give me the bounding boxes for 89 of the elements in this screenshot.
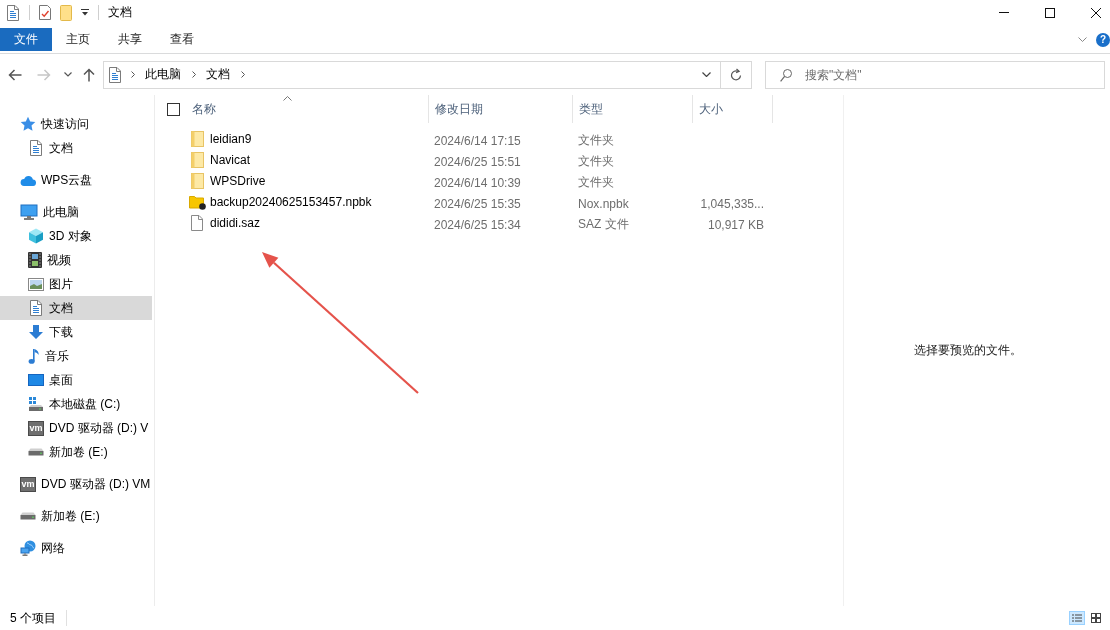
file-type: Nox.npbk [578, 196, 629, 211]
modified-date: 2024/6/25 15:34 [434, 217, 521, 232]
ribbon-tab[interactable]: 文件 [0, 28, 52, 51]
monitor-icon [20, 204, 38, 220]
document-icon [108, 66, 122, 83]
refresh-icon[interactable] [730, 68, 742, 81]
caret-down-icon[interactable] [81, 9, 89, 16]
document-icon[interactable] [6, 4, 20, 21]
file-name[interactable]: leidian9 [189, 131, 252, 147]
help-button[interactable]: ? [1096, 32, 1110, 47]
file-type: 文件夹 [578, 175, 614, 189]
sidebar-item[interactable]: 桌面 [0, 368, 152, 392]
modified-date: 2024/6/25 15:51 [434, 154, 521, 169]
drive-icon [28, 448, 44, 456]
large-icons-view-icon[interactable] [1088, 611, 1104, 625]
sidebar-item[interactable]: 文档 [0, 296, 152, 320]
desktop-icon [28, 374, 44, 386]
column-header[interactable]: 类型 [573, 95, 692, 123]
select-all-checkbox[interactable] [167, 102, 180, 116]
folder-icon [190, 173, 204, 189]
sidebar-item[interactable]: 音乐 [0, 344, 152, 368]
sidebar-item[interactable]: 下载 [0, 320, 152, 344]
ribbon-tab[interactable]: 主页 [52, 28, 104, 51]
vm-logo: vm [28, 420, 44, 436]
breadcrumb[interactable]: 此电脑 [140, 63, 186, 86]
sidebar-item[interactable]: 网络 [0, 536, 152, 560]
file-type: 文件夹 [578, 154, 614, 168]
left-arrow-icon[interactable] [8, 68, 22, 81]
chevron-right-icon[interactable] [241, 71, 245, 78]
sidebar-item[interactable]: 文档 [0, 136, 152, 160]
system-drive-icon [28, 396, 44, 412]
item-count: 5 个项目 [9, 609, 56, 627]
breadcrumb[interactable]: 文档 [201, 63, 235, 86]
up-arrow-icon[interactable] [83, 67, 95, 82]
folder-icon [190, 152, 204, 168]
sidebar-item[interactable]: 新加卷 (E:) [0, 440, 152, 464]
cube-icon [28, 228, 44, 244]
column-header[interactable]: 修改日期 [429, 95, 572, 123]
sidebar-item[interactable]: 视频 [0, 248, 152, 272]
sidebar-item[interactable]: 图片 [0, 272, 152, 296]
sidebar-item[interactable]: vm DVD 驱动器 (D:) V [0, 416, 152, 440]
sort-ascending-icon [283, 96, 292, 101]
modified-date: 2024/6/25 15:35 [434, 196, 521, 211]
picture-icon [28, 277, 44, 291]
sidebar-item[interactable]: 新加卷 (E:) [0, 504, 152, 528]
file-type: 文件夹 [578, 133, 614, 147]
chevron-right-icon[interactable] [192, 71, 196, 78]
column-header[interactable]: 大小 [693, 95, 772, 123]
ribbon-tab[interactable]: 共享 [104, 28, 156, 51]
maximize-icon[interactable] [1045, 7, 1055, 18]
network-icon [20, 540, 36, 556]
preview-message: 选择要预览的文件。 [914, 342, 1022, 359]
sidebar-item[interactable]: 此电脑 [0, 200, 152, 224]
sidebar-item[interactable]: 本地磁盘 (C:) [0, 392, 152, 416]
file-name[interactable]: Navicat [189, 152, 250, 168]
file-name[interactable]: backup20240625153457.npbk [189, 194, 372, 210]
drive-icon [20, 512, 36, 520]
cloud-icon [20, 174, 36, 186]
folder-icon [190, 131, 204, 147]
file-name[interactable]: WPSDrive [189, 173, 266, 189]
film-icon [28, 252, 42, 268]
document-icon [29, 140, 43, 156]
address-bar[interactable]: 此电脑 文档 [103, 60, 752, 89]
star-icon [20, 116, 36, 132]
close-icon[interactable] [1091, 7, 1101, 18]
chevron-down-icon[interactable] [64, 72, 72, 77]
file-icon [191, 215, 203, 231]
file-size: 10,917 KB [707, 217, 764, 232]
search-icon [780, 68, 792, 82]
vm-logo: vm [20, 476, 36, 492]
sidebar-item[interactable]: WPS云盘 [0, 168, 152, 192]
page-check-icon[interactable] [39, 5, 51, 20]
modified-date: 2024/6/14 17:15 [434, 133, 521, 148]
chevron-down-icon[interactable] [702, 72, 711, 77]
column-header[interactable]: 名称 [186, 95, 428, 123]
file-name[interactable]: dididi.saz [189, 215, 261, 231]
file-type: SAZ 文件 [578, 217, 629, 231]
sidebar-item[interactable]: 快速访问 [0, 112, 152, 136]
file-size: 1,045,335... [700, 196, 764, 211]
search-field[interactable]: 搜索"文档" [765, 60, 1105, 89]
music-note-icon [28, 348, 40, 364]
ribbon-tab[interactable]: 查看 [156, 28, 208, 51]
sidebar-item[interactable]: vm DVD 驱动器 (D:) VM [0, 472, 152, 496]
window-title: 文档 [108, 4, 132, 21]
sidebar-item[interactable]: 3D 对象 [0, 224, 152, 248]
document-icon [29, 300, 43, 316]
chevron-right-icon[interactable] [131, 71, 135, 78]
modified-date: 2024/6/14 10:39 [434, 175, 521, 190]
down-arrow-icon [28, 324, 44, 340]
